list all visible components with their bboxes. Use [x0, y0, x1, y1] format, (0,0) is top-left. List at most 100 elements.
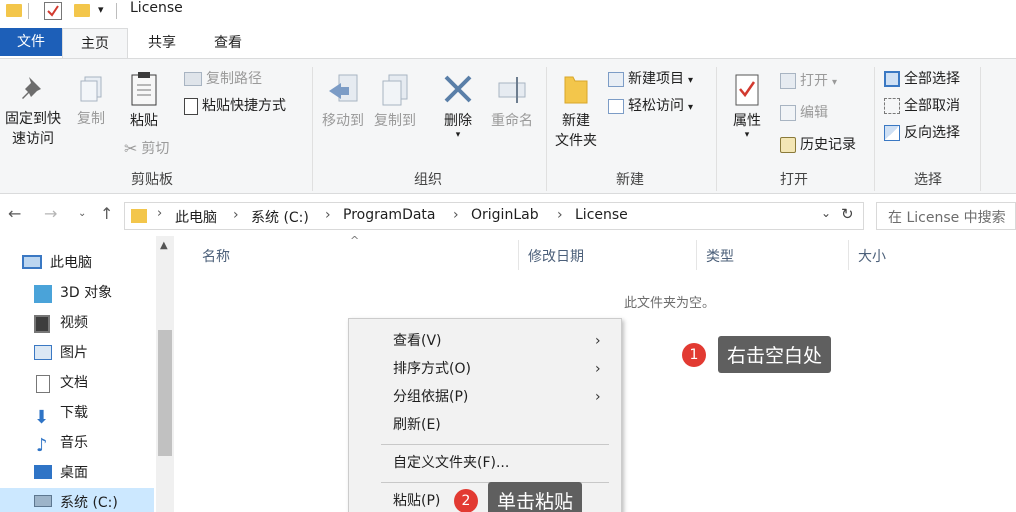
step-1-callout: 右击空白处: [718, 336, 832, 373]
nav-item-label: 3D 对象: [60, 285, 113, 301]
submenu-arrow-icon: ›: [595, 361, 601, 377]
search-box[interactable]: 在 License 中搜索: [876, 202, 1016, 230]
select-none-button[interactable]: 全部取消: [884, 95, 960, 117]
column-header-modified[interactable]: 修改日期: [528, 246, 584, 266]
breadcrumb-chevron-icon[interactable]: ›: [157, 206, 162, 221]
new-folder-quick-access-icon[interactable]: [74, 4, 90, 17]
history-button[interactable]: 历史记录: [780, 134, 856, 156]
menu-item-customize-folder[interactable]: 自定义文件夹(F)...: [349, 449, 621, 477]
nav-item-this-pc[interactable]: 此电脑: [0, 248, 160, 278]
address-dropdown-icon[interactable]: ⌄: [821, 206, 831, 220]
nav-item-music[interactable]: ♪ 音乐: [0, 428, 160, 458]
divider: [116, 3, 117, 19]
nav-item-system-drive[interactable]: 系统 (C:): [0, 488, 154, 512]
quick-access-dropdown-icon[interactable]: ▾: [98, 3, 104, 21]
up-arrow-icon[interactable]: ↑: [100, 204, 113, 223]
menu-item-label: 粘贴(P): [393, 493, 441, 509]
tab-home[interactable]: 主页: [62, 28, 128, 58]
breadcrumb-license[interactable]: License: [575, 207, 628, 223]
properties-button[interactable]: 属性 ▾: [722, 73, 772, 140]
tab-file[interactable]: 文件: [0, 28, 62, 56]
properties-quick-access-icon[interactable]: [44, 2, 62, 20]
cut-button[interactable]: ✂ 剪切: [124, 138, 169, 160]
delete-dropdown-icon[interactable]: ▾: [436, 131, 480, 140]
menu-item-sort-by[interactable]: 排序方式(O) ›: [349, 355, 621, 383]
menu-item-view[interactable]: 查看(V) ›: [349, 327, 621, 355]
select-none-label: 全部取消: [904, 98, 960, 114]
tab-view[interactable]: 查看: [196, 28, 260, 58]
drive-icon: [34, 495, 52, 507]
address-bar[interactable]: › 此电脑 › 系统 (C:) › ProgramData › OriginLa…: [124, 202, 864, 230]
nav-item-videos[interactable]: 视频: [0, 308, 160, 338]
window-title: License: [130, 0, 183, 16]
nav-item-label: 桌面: [60, 465, 88, 481]
nav-item-label: 文档: [60, 375, 88, 391]
move-to-button[interactable]: 移动到: [318, 73, 368, 131]
delete-x-icon: [442, 73, 474, 107]
new-folder-icon: [561, 73, 591, 107]
delete-label: 删除: [444, 113, 472, 129]
column-header-name[interactable]: 名称: [202, 246, 230, 266]
menu-item-refresh[interactable]: 刷新(E): [349, 411, 621, 439]
select-all-button[interactable]: 全部选择: [884, 68, 960, 90]
copy-to-button[interactable]: 复制到: [370, 73, 420, 131]
easy-access-dropdown-icon: ▾: [688, 102, 694, 113]
new-item-button[interactable]: 新建项目 ▾: [608, 68, 693, 90]
nav-item-3d-objects[interactable]: 3D 对象: [0, 278, 160, 308]
pin-to-quick-access-button[interactable]: 固定到快 速访问: [0, 73, 66, 149]
tab-share[interactable]: 共享: [132, 28, 192, 58]
back-arrow-icon[interactable]: ←: [8, 204, 21, 223]
easy-access-icon: [608, 98, 624, 114]
desktop-icon: [34, 465, 52, 479]
nav-item-downloads[interactable]: ⬇ 下载: [0, 398, 160, 428]
breadcrumb-programdata[interactable]: ProgramData: [343, 207, 436, 223]
scrollbar-thumb[interactable]: [158, 330, 172, 456]
file-explorer-window: ▾ License 文件 主页 共享 查看 固定到快 速访问 复制 粘贴 复制路…: [0, 0, 1016, 512]
breadcrumb-chevron-icon[interactable]: ›: [233, 207, 239, 223]
open-group-label: 打开: [780, 172, 808, 188]
properties-dropdown-icon[interactable]: ▾: [722, 131, 772, 140]
open-button[interactable]: 打开 ▾: [780, 70, 837, 92]
select-none-icon: [884, 98, 900, 114]
column-divider[interactable]: [518, 240, 519, 270]
nav-item-desktop[interactable]: 桌面: [0, 458, 160, 488]
easy-access-label: 轻松访问: [628, 98, 684, 114]
copy-button[interactable]: 复制: [70, 73, 112, 129]
paste-button[interactable]: 粘贴: [120, 71, 168, 131]
column-divider[interactable]: [848, 240, 849, 270]
breadcrumb-chevron-icon[interactable]: ›: [453, 207, 459, 223]
easy-access-button[interactable]: 轻松访问 ▾: [608, 95, 693, 117]
new-group-label: 新建: [616, 172, 644, 188]
breadcrumb-chevron-icon[interactable]: ›: [557, 207, 563, 223]
recent-locations-icon[interactable]: ⌄: [78, 208, 86, 219]
menu-separator: [381, 444, 609, 445]
breadcrumb-this-pc[interactable]: 此电脑: [175, 207, 217, 227]
invert-selection-button[interactable]: 反向选择: [884, 122, 960, 144]
group-divider: [874, 67, 875, 191]
menu-item-label: 自定义文件夹(F)...: [393, 455, 510, 471]
column-divider[interactable]: [696, 240, 697, 270]
select-all-icon: [884, 71, 900, 87]
pictures-icon: [34, 345, 52, 360]
breadcrumb-originlab[interactable]: OriginLab: [471, 207, 539, 223]
menu-item-group-by[interactable]: 分组依据(P) ›: [349, 383, 621, 411]
new-folder-button[interactable]: 新建 文件夹: [550, 73, 602, 151]
column-header-type[interactable]: 类型: [706, 246, 734, 266]
forward-arrow-icon[interactable]: →: [44, 204, 57, 223]
rename-button[interactable]: 重命名: [484, 73, 540, 131]
scroll-up-icon[interactable]: ▲: [160, 240, 168, 251]
copy-to-label: 复制到: [374, 113, 416, 129]
copy-to-icon: [379, 73, 411, 107]
delete-button[interactable]: 删除 ▾: [436, 73, 480, 140]
edit-button[interactable]: 编辑: [780, 102, 828, 124]
copy-path-button[interactable]: 复制路径: [184, 68, 262, 90]
nav-item-documents[interactable]: 文档: [0, 368, 160, 398]
ribbon: 固定到快 速访问 复制 粘贴 复制路径 粘贴快捷方式 ✂ 剪切 剪贴板 移动到 …: [0, 58, 1016, 194]
nav-item-label: 此电脑: [50, 255, 92, 271]
breadcrumb-drive[interactable]: 系统 (C:): [251, 207, 309, 227]
column-header-size[interactable]: 大小: [858, 246, 886, 266]
refresh-icon[interactable]: ↻: [841, 205, 854, 223]
nav-item-pictures[interactable]: 图片: [0, 338, 160, 368]
breadcrumb-chevron-icon[interactable]: ›: [325, 207, 331, 223]
paste-shortcut-button[interactable]: 粘贴快捷方式: [184, 95, 286, 117]
